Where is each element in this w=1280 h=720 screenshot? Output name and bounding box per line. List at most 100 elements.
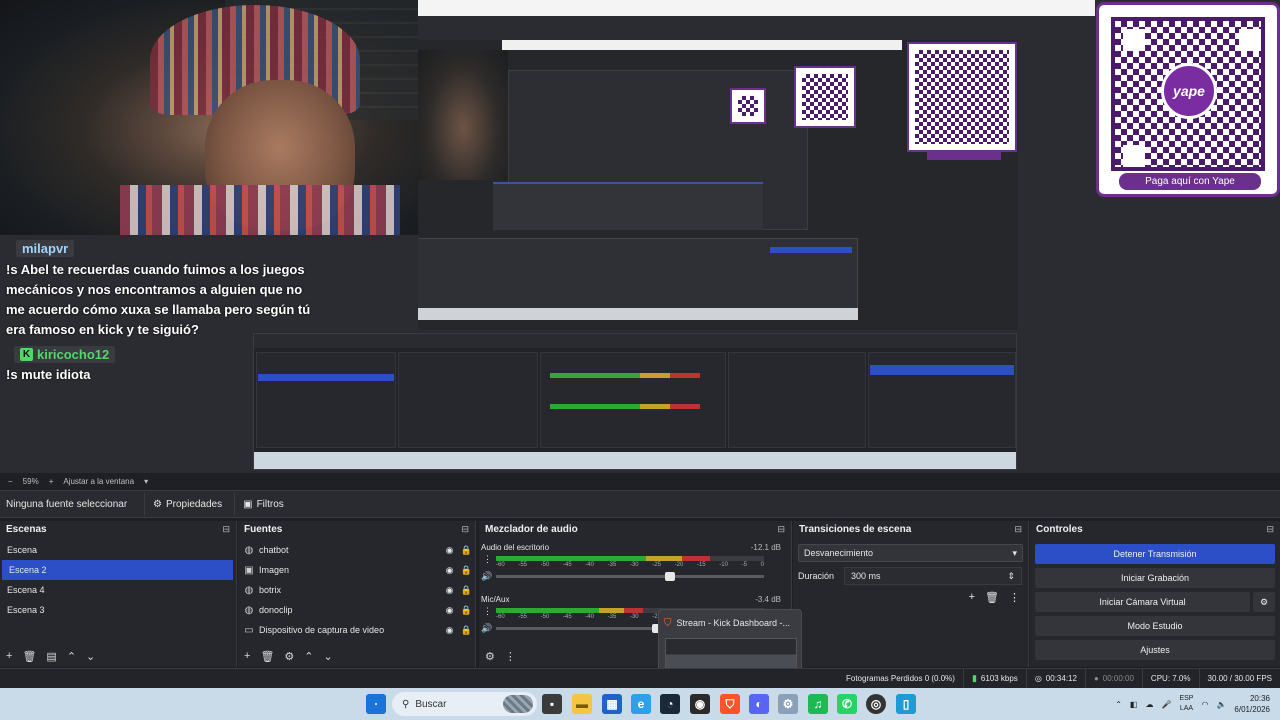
dock-menu-icon[interactable]: ⊟ — [1266, 524, 1274, 535]
steam-icon[interactable]: ◔ — [660, 694, 680, 714]
settings-app-icon[interactable]: ⚙ — [778, 694, 798, 714]
stream-time-segment: ◎ 00:34:12 — [1025, 669, 1085, 688]
move-up-icon[interactable]: ⌃ — [304, 650, 313, 663]
source-item[interactable]: ▣ Imagen ◉ 🔒 — [238, 560, 475, 580]
eye-icon[interactable]: ◉ — [441, 565, 458, 576]
network-icon[interactable]: ◧ — [1130, 700, 1138, 709]
source-item[interactable]: ◍ donoclip ◉ 🔒 — [238, 600, 475, 620]
filters-button[interactable]: ▣ Filtros — [234, 493, 292, 515]
gear-icon[interactable]: ⚙ — [284, 650, 294, 663]
more-icon[interactable]: ⋮ — [505, 650, 516, 663]
lock-icon[interactable]: 🔒 — [458, 585, 475, 596]
brave-icon[interactable]: ⛉ — [720, 694, 740, 714]
sources-header: Fuentes ⊟ — [238, 521, 475, 538]
globe-icon: ◍ — [244, 544, 254, 556]
transition-select[interactable]: Desvanecimiento ▾ — [798, 544, 1023, 562]
speaker-icon[interactable]: 🔊 — [481, 571, 492, 582]
volume-slider[interactable] — [496, 572, 764, 581]
trash-icon[interactable]: 🗑 — [985, 591, 999, 604]
scene-item[interactable]: Escena — [0, 540, 236, 560]
properties-button[interactable]: ⚙ Propiedades — [144, 493, 230, 515]
scene-item[interactable]: Escena 3 — [0, 600, 236, 620]
eye-icon[interactable]: ◉ — [441, 605, 458, 616]
task-view-icon[interactable]: ▪ — [542, 694, 562, 714]
signal-icon: ▮ — [971, 673, 977, 683]
obs-icon[interactable]: ◉ — [690, 694, 710, 714]
search-highlight-icon — [503, 695, 533, 713]
dock-menu-icon[interactable]: ⊟ — [777, 524, 785, 535]
more-icon[interactable]: ⋮ — [1009, 591, 1020, 604]
dock-menu-icon[interactable]: ⊟ — [1014, 524, 1022, 535]
start-virtual-camera-button[interactable]: Iniciar Cámara Virtual — [1035, 592, 1250, 612]
studio-mode-button[interactable]: Modo Estudio — [1035, 616, 1275, 636]
more-icon[interactable]: ⋮ — [483, 606, 492, 617]
source-item[interactable]: ◍ chatbot ◉ 🔒 — [238, 540, 475, 560]
more-icon[interactable]: ⋮ — [483, 554, 492, 565]
app-icon[interactable]: ▯ — [896, 694, 916, 714]
gear-icon[interactable]: ⚙ — [1253, 592, 1275, 612]
start-recording-button[interactable]: Iniciar Grabación — [1035, 568, 1275, 588]
clock[interactable]: 20:36 6/01/2026 — [1234, 693, 1270, 715]
transitions-dock: Transiciones de escena ⊟ Desvanecimiento… — [793, 521, 1029, 667]
eye-icon[interactable]: ◉ — [441, 545, 458, 556]
spotify-icon[interactable]: ♫ — [808, 694, 828, 714]
scene-item-selected[interactable]: Escena 2 — [2, 560, 233, 580]
eye-icon[interactable]: ◉ — [441, 625, 458, 636]
scale-tick: -15 — [696, 562, 706, 568]
discord-icon[interactable]: ◐ — [749, 694, 769, 714]
source-label: botrix — [259, 585, 282, 595]
duration-spinbox[interactable]: 300 ms ⇕ — [844, 567, 1023, 585]
chevron-down-icon[interactable]: ▾ — [144, 477, 148, 486]
dock-menu-icon[interactable]: ⊟ — [222, 524, 230, 535]
level-meter — [496, 556, 764, 561]
clock-time: 20:36 — [1249, 694, 1270, 703]
stop-streaming-button[interactable]: Detener Transmisión — [1035, 544, 1275, 564]
stream-preview[interactable]: yape Paga aquí con Yape milapvr !s Abel … — [0, 0, 1280, 473]
eye-icon[interactable]: ◉ — [441, 585, 458, 596]
scenes-dock: Escenas ⊟ Escena Escena 2 Escena 4 Escen… — [0, 521, 237, 667]
zoom-in-button[interactable]: + — [49, 477, 54, 486]
qr-caption-bar — [927, 150, 1001, 160]
source-item[interactable]: ▭ Dispositivo de captura de video ◉ 🔒 — [238, 620, 475, 640]
whatsapp-icon[interactable]: ✆ — [837, 694, 857, 714]
rec-time: 00:00:00 — [1102, 674, 1134, 683]
lock-icon[interactable]: 🔒 — [458, 545, 475, 556]
chrome-icon[interactable]: ◎ — [866, 694, 886, 714]
fit-window-dropdown[interactable]: Ajustar a la ventana — [63, 477, 134, 486]
add-icon[interactable]: + — [244, 650, 250, 662]
scene-item[interactable]: Escena 4 — [0, 580, 236, 600]
edge-icon[interactable]: e — [631, 694, 651, 714]
settings-button[interactable]: Ajustes — [1035, 640, 1275, 660]
store-icon[interactable]: ▦ — [602, 694, 622, 714]
move-down-icon[interactable]: ⌄ — [324, 650, 333, 663]
file-explorer-icon[interactable]: ▬ — [572, 694, 592, 714]
add-icon[interactable]: + — [969, 591, 975, 604]
move-down-icon[interactable]: ⌄ — [86, 650, 95, 663]
volume-icon[interactable]: 🔈 — [1216, 700, 1226, 709]
record-icon: ● — [1093, 674, 1099, 683]
source-label: Dispositivo de captura de video — [259, 625, 385, 635]
lock-icon[interactable]: 🔒 — [458, 625, 475, 636]
trash-icon[interactable]: 🗑 — [260, 650, 274, 663]
lock-icon[interactable]: 🔒 — [458, 605, 475, 616]
cloud-icon[interactable]: ☁ — [1145, 700, 1153, 709]
lock-icon[interactable]: 🔒 — [458, 565, 475, 576]
language-indicator[interactable]: ESP LAA — [1179, 694, 1193, 714]
source-item[interactable]: ◍ botrix ◉ 🔒 — [238, 580, 475, 600]
nested-obs-toolbar — [254, 334, 1016, 348]
zoom-out-button[interactable]: − — [8, 477, 13, 486]
volume-knob[interactable] — [665, 572, 676, 581]
windows-start-icon[interactable] — [366, 694, 386, 714]
gear-icon[interactable]: ⚙ — [485, 650, 495, 663]
wifi-icon[interactable]: ◠ — [1201, 700, 1208, 709]
mic-icon[interactable]: 🎤 — [1161, 700, 1171, 709]
add-icon[interactable]: + — [6, 650, 12, 662]
spinner-icon[interactable]: ⇕ — [1007, 571, 1015, 582]
filter-icon[interactable]: ▤ — [46, 650, 56, 663]
speaker-icon[interactable]: 🔊 — [481, 623, 492, 634]
dock-menu-icon[interactable]: ⊟ — [461, 524, 469, 535]
trash-icon[interactable]: 🗑 — [22, 650, 36, 663]
taskbar-search[interactable]: ⚲ Buscar — [392, 692, 537, 716]
chevron-up-icon[interactable]: ⌃ — [1115, 700, 1122, 709]
move-up-icon[interactable]: ⌃ — [67, 650, 76, 663]
